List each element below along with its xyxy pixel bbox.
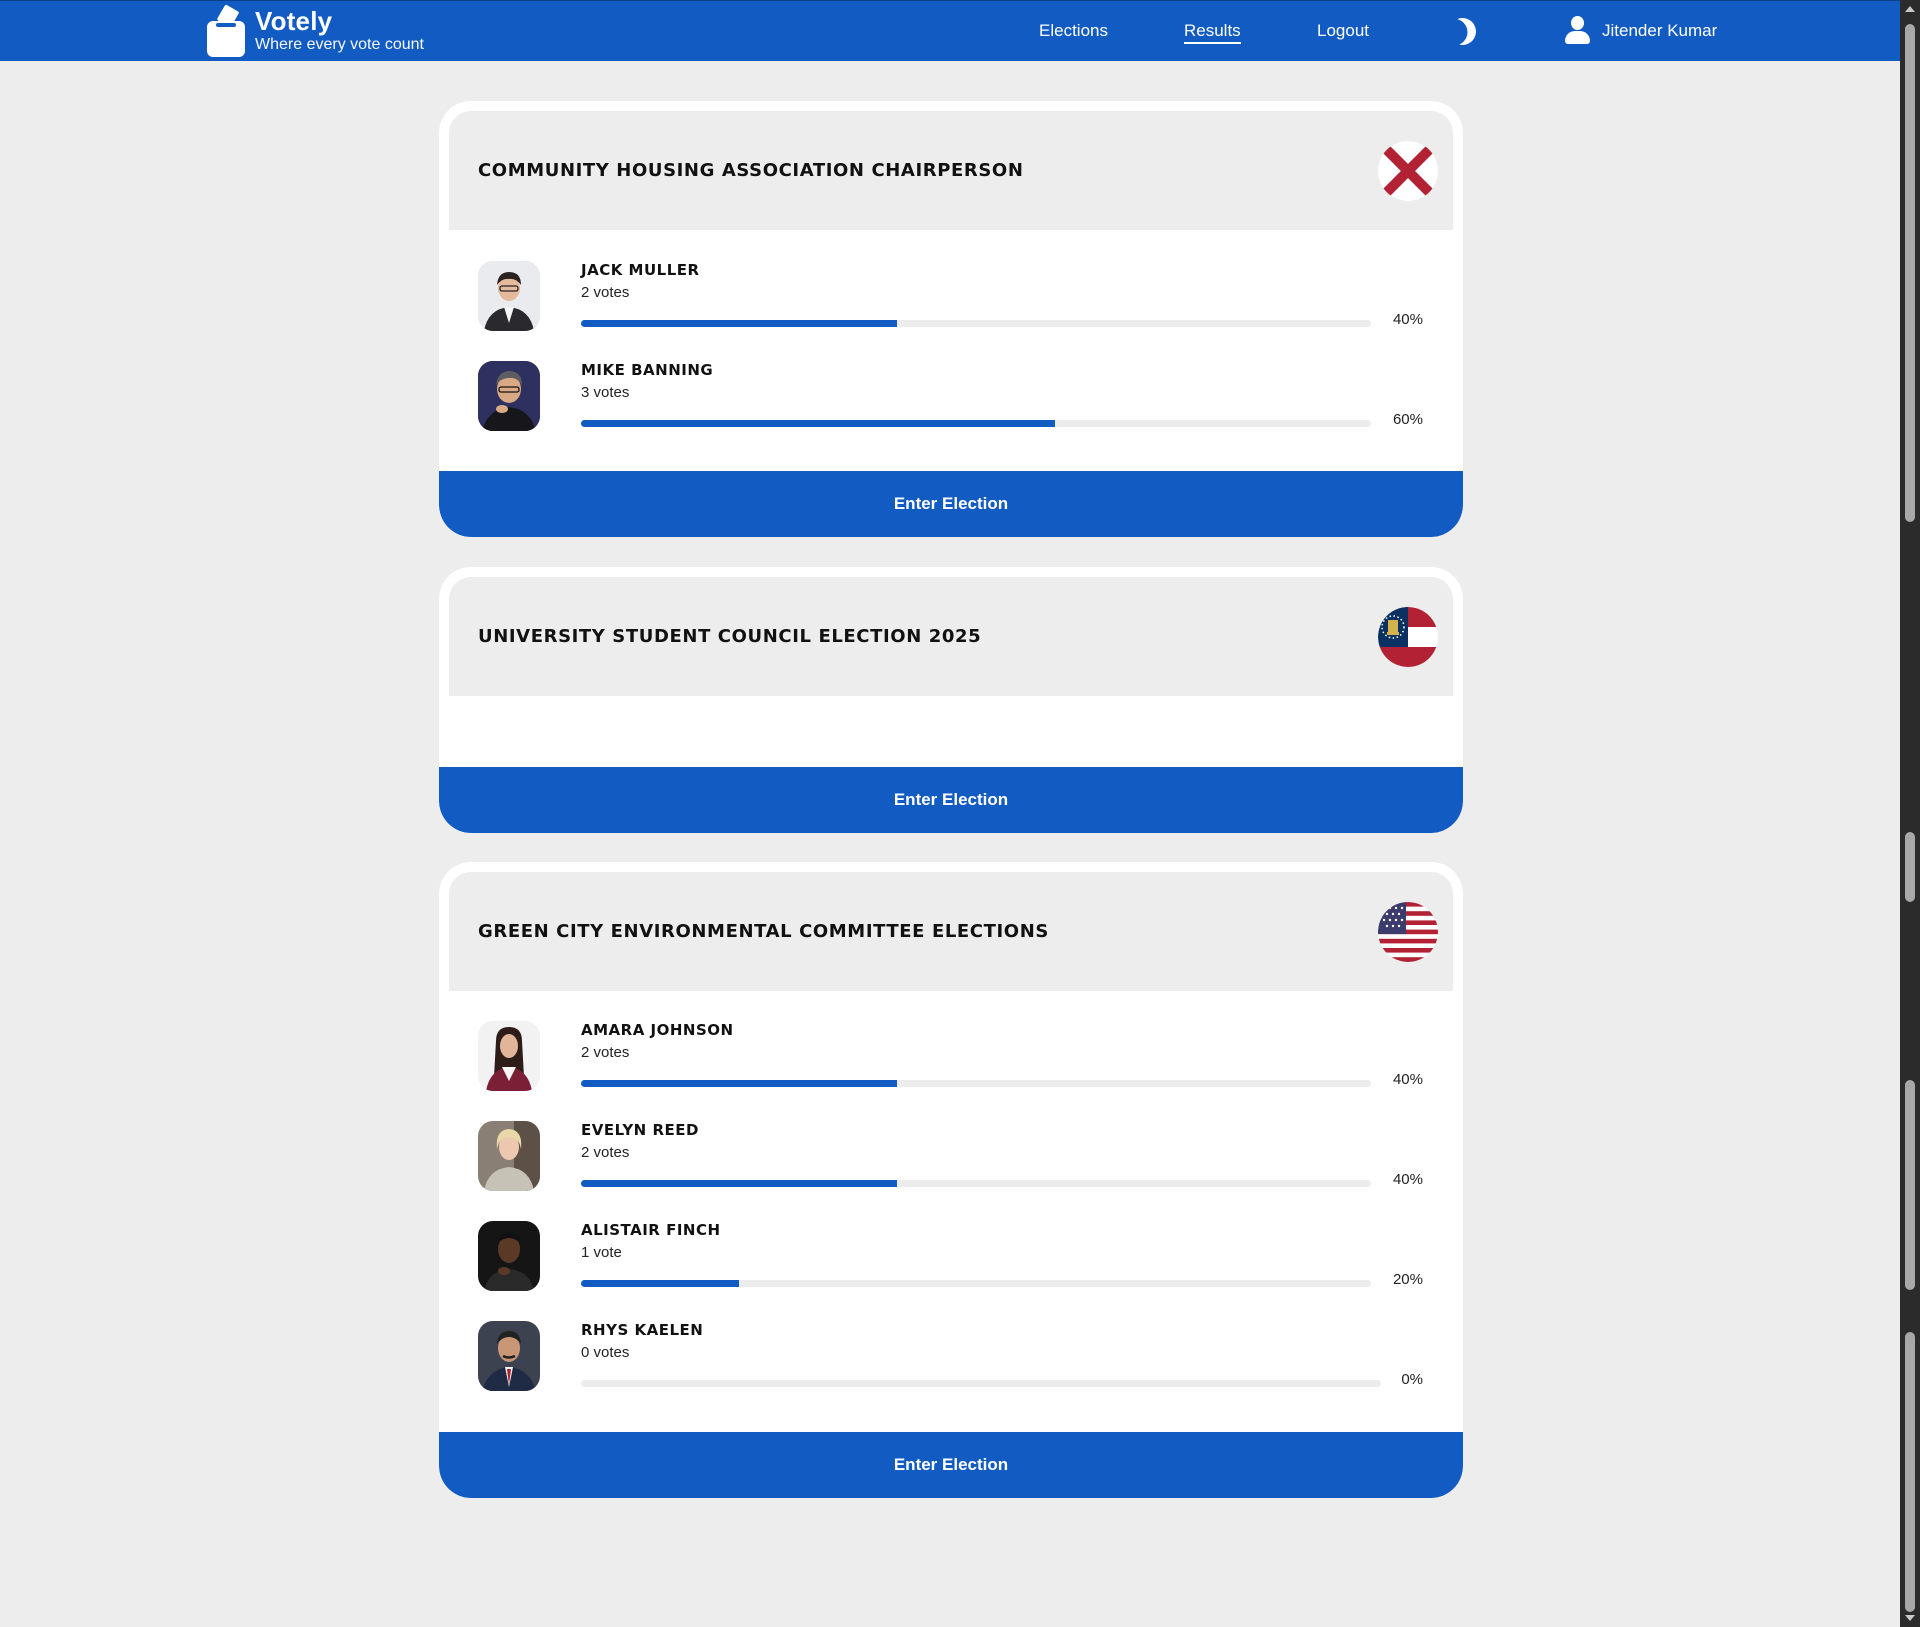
candidate-name: RHYS KAELEN xyxy=(581,1321,704,1339)
nav-logout-link[interactable]: Logout xyxy=(1317,21,1369,41)
election-card: GREEN CITY ENVIRONMENTAL COMMITTEE ELECT… xyxy=(439,862,1463,1498)
vote-progress-fill xyxy=(581,1180,897,1187)
candidate-percent: 40% xyxy=(1392,1171,1423,1188)
candidate-avatar xyxy=(478,1221,540,1291)
vote-progress-bar xyxy=(581,1380,1381,1387)
enter-election-button[interactable]: Enter Election xyxy=(439,471,1463,537)
brand-name: Votely xyxy=(255,6,333,36)
candidate-avatar xyxy=(478,1021,540,1091)
georgia-flag-icon xyxy=(1378,607,1438,667)
candidate-name: JACK MULLER xyxy=(581,261,700,279)
nav-results-link[interactable]: Results xyxy=(1184,21,1241,44)
candidate-name: ALISTAIR FINCH xyxy=(581,1221,721,1239)
scrollbar-thumb[interactable] xyxy=(1905,1080,1915,1290)
election-card: COMMUNITY HOUSING ASSOCIATION CHAIRPERSO… xyxy=(439,101,1463,537)
candidate-percent: 40% xyxy=(1392,311,1423,328)
candidate-percent: 40% xyxy=(1392,1071,1423,1088)
alabama-flag-icon xyxy=(1378,141,1438,201)
candidate-row: RHYS KAELEN 0 votes 0% xyxy=(439,1321,1463,1421)
scroll-up-arrow-icon[interactable] xyxy=(1905,6,1915,12)
election-title: UNIVERSITY STUDENT COUNCIL ELECTION 2025 xyxy=(478,626,982,647)
scroll-down-arrow-icon[interactable] xyxy=(1905,1615,1915,1621)
nav-elections-link[interactable]: Elections xyxy=(1039,21,1108,41)
vote-progress-bar xyxy=(581,320,1371,327)
usa-flag-icon xyxy=(1378,902,1438,962)
candidate-votes: 1 vote xyxy=(581,1244,622,1261)
scrollbar-thumb[interactable] xyxy=(1905,1332,1915,1612)
election-card-header: COMMUNITY HOUSING ASSOCIATION CHAIRPERSO… xyxy=(449,111,1453,230)
candidate-row: MIKE BANNING 3 votes 60% xyxy=(439,361,1463,461)
candidate-avatar xyxy=(478,361,540,431)
vote-progress-bar xyxy=(581,1080,1371,1087)
vote-progress-fill xyxy=(581,420,1055,427)
candidate-row: AMARA JOHNSON 2 votes 40% xyxy=(439,1021,1463,1121)
vote-progress-bar xyxy=(581,1280,1371,1287)
election-title: COMMUNITY HOUSING ASSOCIATION CHAIRPERSO… xyxy=(478,160,1024,181)
brand-tagline: Where every vote count xyxy=(255,36,424,53)
candidate-percent: 0% xyxy=(1401,1371,1423,1388)
election-card-header: GREEN CITY ENVIRONMENTAL COMMITTEE ELECT… xyxy=(449,872,1453,991)
candidate-row: JACK MULLER 2 votes 40% xyxy=(439,261,1463,361)
scrollbar-thumb[interactable] xyxy=(1905,832,1915,902)
candidate-votes: 3 votes xyxy=(581,384,630,401)
user-name[interactable]: Jitender Kumar xyxy=(1602,21,1717,41)
page: Votely Where every vote count Elections … xyxy=(0,0,1920,1627)
vote-progress-fill xyxy=(581,1080,897,1087)
candidate-votes: 2 votes xyxy=(581,1044,630,1061)
candidate-name: AMARA JOHNSON xyxy=(581,1021,734,1039)
candidate-votes: 2 votes xyxy=(581,1144,630,1161)
candidate-avatar xyxy=(478,1321,540,1391)
vote-progress-bar xyxy=(581,420,1371,427)
candidate-row: EVELYN REED 2 votes 40% xyxy=(439,1121,1463,1221)
candidate-avatar xyxy=(478,261,540,331)
candidate-name: MIKE BANNING xyxy=(581,361,714,379)
candidate-votes: 0 votes xyxy=(581,1344,630,1361)
candidate-votes: 2 votes xyxy=(581,284,630,301)
brand-logo-link[interactable]: Votely Where every vote count xyxy=(206,2,424,60)
election-card-header: UNIVERSITY STUDENT COUNCIL ELECTION 2025 xyxy=(449,577,1453,696)
scrollbar-thumb[interactable] xyxy=(1905,24,1915,522)
candidate-avatar xyxy=(478,1121,540,1191)
candidate-percent: 60% xyxy=(1392,411,1423,428)
vote-progress-bar xyxy=(581,1180,1371,1187)
page-scrollbar[interactable] xyxy=(1900,0,1920,1627)
ballot-box-icon xyxy=(206,4,246,57)
candidate-row: ALISTAIR FINCH 1 vote 20% xyxy=(439,1221,1463,1321)
candidate-percent: 20% xyxy=(1392,1271,1423,1288)
vote-progress-fill xyxy=(581,320,897,327)
enter-election-button[interactable]: Enter Election xyxy=(439,1432,1463,1498)
election-title: GREEN CITY ENVIRONMENTAL COMMITTEE ELECT… xyxy=(478,921,1049,942)
top-navbar: Votely Where every vote count Elections … xyxy=(0,0,1900,61)
vote-progress-fill xyxy=(581,1280,739,1287)
enter-election-button[interactable]: Enter Election xyxy=(439,767,1463,833)
election-card: UNIVERSITY STUDENT COUNCIL ELECTION 2025 xyxy=(439,567,1463,833)
moon-icon[interactable] xyxy=(1445,14,1481,50)
user-icon[interactable] xyxy=(1563,16,1591,46)
candidate-name: EVELYN REED xyxy=(581,1121,699,1139)
